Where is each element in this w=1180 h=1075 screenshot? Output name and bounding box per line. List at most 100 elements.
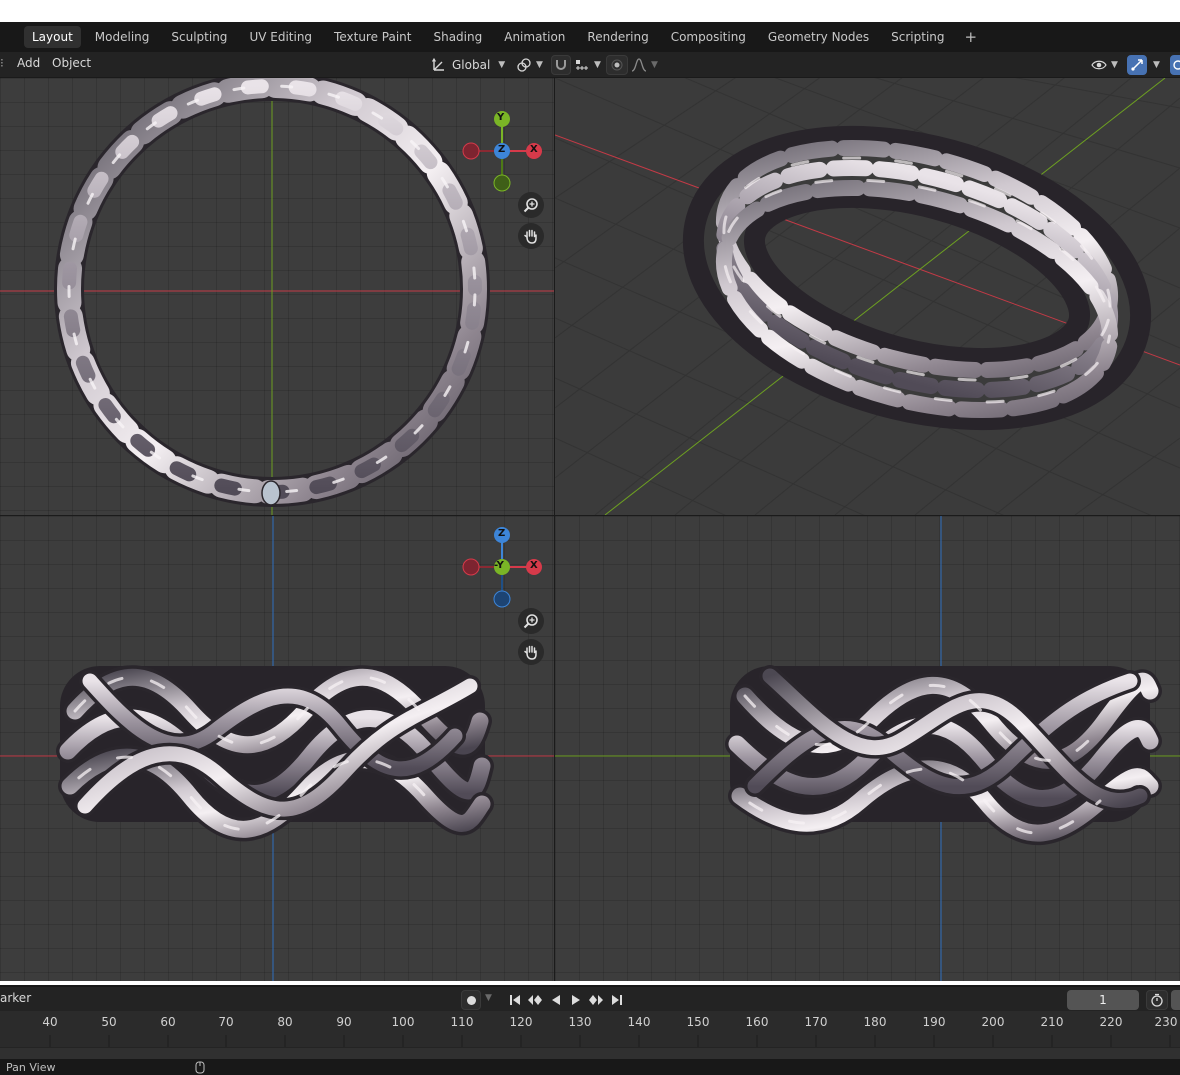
frame-tick-label: 40 [42, 1015, 58, 1029]
frame-tick-label: 60 [160, 1015, 176, 1029]
frame-tick-label: 50 [101, 1015, 117, 1029]
chevron-down-icon: ▼ [498, 60, 506, 70]
start-frame-field[interactable] [1171, 990, 1180, 1010]
viewport-right[interactable] [555, 516, 1180, 981]
frame-tick-label: 190 [922, 1015, 946, 1029]
frame-tick-label: 120 [509, 1015, 533, 1029]
tab-texture-paint[interactable]: Texture Paint [326, 26, 419, 48]
tab-scripting[interactable]: Scripting [883, 26, 952, 48]
snap-increment-icon [573, 56, 591, 74]
navigation-gizmo-front[interactable] [0, 516, 554, 981]
frame-tick-label: 170 [804, 1015, 828, 1029]
overlays-icon [1171, 56, 1180, 74]
timeline-scrub-track[interactable] [0, 1047, 1180, 1059]
pan-hand-icon[interactable] [518, 639, 544, 665]
screen-top-margin [0, 0, 1180, 22]
falloff-dropdown[interactable]: ▼ [630, 55, 660, 75]
playback-timer-button[interactable] [1146, 990, 1168, 1010]
frame-tick-label: 130 [568, 1015, 592, 1029]
frame-tick-label: 180 [863, 1015, 887, 1029]
gizmo-y-label: Y [497, 112, 505, 123]
tab-rendering[interactable]: Rendering [579, 26, 656, 48]
menu-object[interactable]: Object [52, 56, 91, 70]
gizmo-z-label: Z [498, 528, 506, 539]
proportional-editing-toggle[interactable] [606, 55, 628, 75]
chevron-down-icon: ▼ [1153, 60, 1160, 70]
gizmo-neg-y-label: -Y [494, 560, 504, 571]
zoom-icon[interactable] [518, 608, 544, 634]
viewport-divider-horizontal[interactable] [0, 515, 1180, 516]
workspace-tab-bar: Layout Modeling Sculpting UV Editing Tex… [0, 22, 1180, 52]
chevron-down-icon: ▼ [1111, 60, 1118, 70]
navigation-gizmo-top[interactable] [0, 78, 554, 515]
visibility-dropdown[interactable]: ▼ [1090, 55, 1122, 75]
overlays-toggle[interactable] [1170, 55, 1180, 75]
status-bar: Pan View [0, 1059, 1180, 1075]
viewport-top[interactable]: Y Z X [0, 78, 554, 515]
frame-tick-label: 140 [627, 1015, 651, 1029]
mouse-icon [195, 1061, 205, 1074]
proportional-editing-icon [608, 56, 626, 74]
auto-keying-toggle[interactable] [461, 990, 481, 1010]
current-frame-field[interactable]: 1 [1067, 990, 1139, 1010]
menu-overflow-icon[interactable]: ⁝ [0, 56, 4, 70]
frame-tick-label: 200 [981, 1015, 1005, 1029]
tab-shading[interactable]: Shading [425, 26, 490, 48]
jump-end-icon[interactable] [608, 991, 626, 1009]
frame-tick-label: 100 [391, 1015, 415, 1029]
chevron-down-icon[interactable]: ▼ [485, 993, 492, 1003]
tab-sculpting[interactable]: Sculpting [163, 26, 235, 48]
add-workspace-button[interactable]: + [959, 28, 984, 46]
frame-tick-label: 150 [686, 1015, 710, 1029]
stopwatch-icon [1151, 993, 1163, 1007]
timeline-ruler[interactable]: 40 50 60 70 80 90 100 110 120 130 140 15… [0, 1011, 1180, 1059]
tab-compositing[interactable]: Compositing [663, 26, 754, 48]
timeline-tick-marks [49, 1035, 1171, 1047]
play-icon[interactable] [567, 991, 585, 1009]
pan-hand-icon[interactable] [518, 223, 544, 249]
pivot-point-dropdown[interactable]: ▼ [515, 55, 547, 75]
gizmo-z-label: Z [498, 144, 506, 155]
prev-keyframe-icon[interactable] [526, 991, 544, 1009]
viewport-front[interactable]: Z -Y X [0, 516, 554, 981]
record-icon [466, 995, 476, 1005]
frame-tick-label: 230 [1154, 1015, 1178, 1029]
snap-toggle[interactable] [551, 55, 571, 75]
falloff-curve-icon [630, 56, 648, 74]
play-reverse-icon[interactable] [547, 991, 565, 1009]
status-hint-text: Pan View [6, 1061, 56, 1074]
frame-tick-label: 220 [1099, 1015, 1123, 1029]
twisted-ring-perspective-view [682, 125, 1152, 431]
gizmo-toggle[interactable] [1127, 55, 1147, 75]
jump-start-icon[interactable] [506, 991, 524, 1009]
viewport-divider-vertical[interactable] [554, 78, 555, 981]
next-keyframe-icon[interactable] [587, 991, 605, 1009]
frame-tick-label: 210 [1040, 1015, 1064, 1029]
transform-orientation-icon [430, 56, 448, 74]
twisted-ring-side-view [725, 665, 1162, 846]
gizmo-dropdown[interactable]: ▼ [1150, 55, 1164, 75]
frame-tick-label: 70 [218, 1015, 234, 1029]
tab-animation[interactable]: Animation [496, 26, 573, 48]
transform-orientation-value: Global [452, 58, 491, 72]
chevron-down-icon: ▼ [594, 60, 601, 70]
frame-tick-label: 80 [277, 1015, 293, 1029]
zoom-icon[interactable] [518, 192, 544, 218]
viewport-header: ⁝ Add Object Global ▼ ▼ ▼ ▼ ▼ ▼ [0, 52, 1180, 78]
snap-target-dropdown[interactable]: ▼ [573, 55, 603, 75]
gizmo-x-label: X [530, 560, 538, 571]
tab-modeling[interactable]: Modeling [87, 26, 158, 48]
menu-marker[interactable]: arker [0, 991, 31, 1005]
visibility-eye-icon [1090, 56, 1108, 74]
menu-add[interactable]: Add [17, 56, 40, 70]
frame-tick-label: 90 [336, 1015, 352, 1029]
frame-tick-label: 110 [450, 1015, 474, 1029]
transform-orientation-dropdown[interactable]: Global ▼ [430, 55, 508, 75]
gizmo-x-label: X [530, 144, 538, 155]
frame-tick-label: 160 [745, 1015, 769, 1029]
viewport-perspective[interactable] [555, 78, 1180, 515]
chevron-down-icon: ▼ [536, 60, 543, 70]
tab-geometry-nodes[interactable]: Geometry Nodes [760, 26, 877, 48]
tab-layout[interactable]: Layout [24, 26, 81, 48]
tab-uv-editing[interactable]: UV Editing [241, 26, 320, 48]
